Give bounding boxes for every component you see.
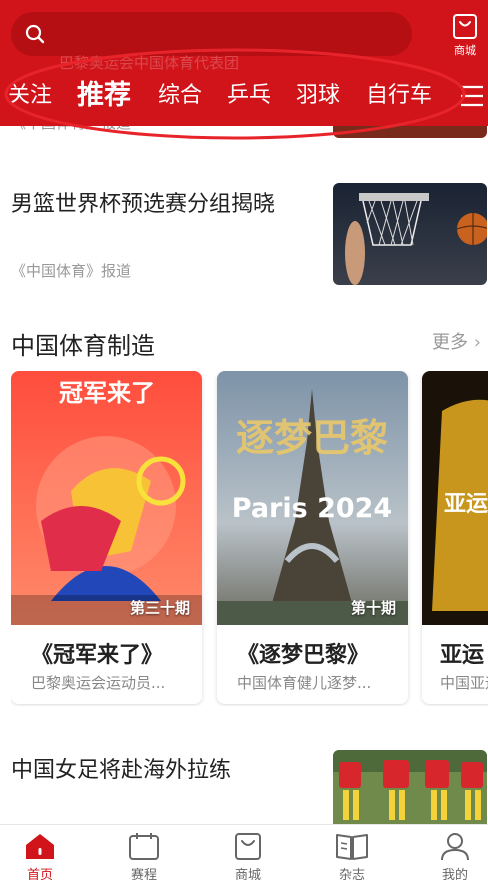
profile-icon [441,833,469,861]
magazine-title: 《冠军来了》 [31,643,164,668]
magazine-icon [336,834,368,860]
menu-icon[interactable] [459,82,485,110]
magazine-card[interactable]: 亚运 亚运 中国亚运 [422,371,488,704]
nav-schedule-label: 赛程 [130,868,157,880]
nav-schedule[interactable]: 赛程 [114,831,174,880]
cover-text: 冠军来了 [59,379,155,407]
nav-profile[interactable]: 我的 [425,831,485,880]
search-placeholder: 巴黎奥运会中国体育代表团 [59,54,240,72]
news-title[interactable]: 男篮世界杯预选赛分组揭晓 [11,186,275,218]
magazine-desc: 中国体育健儿逐梦... [237,674,372,692]
bottom-nav: 首页 赛程 商城 杂志 我的 [0,824,488,880]
tab-cycling[interactable]: 自行车 [366,72,432,120]
nav-home-label: 首页 [26,868,53,880]
search-icon [25,24,45,44]
magazine-title: 《逐梦巴黎》 [237,643,370,668]
magazine-desc: 巴黎奥运会运动员... [31,674,166,692]
tab-badminton[interactable]: 羽球 [296,72,340,120]
cover-text: 逐梦巴黎 [236,415,388,460]
mall-label: 商城 [454,44,476,57]
shopping-bag-icon [453,14,477,39]
tab-follow[interactable]: 关注 [8,72,52,120]
more-label: 更多 [432,332,468,353]
nav-home[interactable]: 首页 [10,831,70,880]
top-header: 巴黎奥运会中国体育代表团 商城 关注 推荐 综合 乒乓 羽球 自行车 [0,0,488,126]
magazine-cover: 逐梦巴黎 Paris 2024 [217,371,408,625]
tab-table-tennis[interactable]: 乒乓 [227,72,271,120]
home-icon [26,834,54,859]
tab-general[interactable]: 综合 [158,72,202,120]
more-link[interactable]: 更多 › [432,328,481,354]
tab-recommended[interactable]: 推荐 [77,72,131,120]
issue-label: 第十期 [350,599,396,617]
cover-text: 亚运 [444,492,488,517]
chevron-right-icon: › [473,332,481,353]
nav-magazine-label: 杂志 [338,868,365,880]
nav-mall-label: 商城 [234,868,261,880]
news-item[interactable]: 中国女足将赴海外拉练 [0,740,488,824]
category-tabs: 关注 推荐 综合 乒乓 羽球 自行车 [0,72,460,120]
section-title: 中国体育制造 [11,332,155,360]
news-title[interactable]: 中国女足将赴海外拉练 [11,752,231,784]
news-thumbnail[interactable] [333,183,487,285]
search-bar[interactable]: 巴黎奥运会中国体育代表团 [11,12,412,72]
cover-subtitle: Paris 2024 [232,493,392,524]
schedule-icon [129,833,159,860]
news-source: 《中国体育》报道 [11,262,132,280]
issue-label: 第三十期 [129,599,190,617]
magazine-card[interactable]: 逐梦巴黎 Paris 2024 第十期 《逐梦巴黎》 中国体育健儿逐梦... [217,371,408,704]
nav-magazine[interactable]: 杂志 [322,831,382,880]
nav-profile-label: 我的 [441,868,468,880]
magazine-desc: 中国亚运 [440,674,488,692]
magazine-cover: 亚运 [422,371,488,625]
magazine-card[interactable]: 冠军来了 第三十期 《冠军来了》 巴黎奥运会运动员... [11,371,202,704]
mall-button[interactable]: 商城 [446,12,484,60]
magazine-title: 亚运 [440,643,485,668]
magazine-carousel[interactable]: 冠军来了 第三十期 《冠军来了》 巴黎奥运会运动员... 逐梦巴黎 Paris … [11,371,488,706]
news-thumbnail[interactable] [333,750,487,824]
nav-mall[interactable]: 商城 [218,831,278,880]
magazine-cover: 冠军来了 [11,371,202,625]
mall-icon [235,833,261,860]
news-item[interactable]: 男篮世界杯预选赛分组揭晓 《中国体育》报道 [0,170,488,300]
